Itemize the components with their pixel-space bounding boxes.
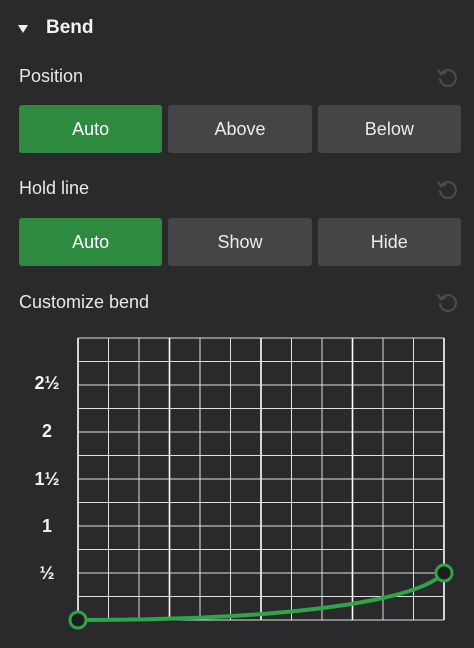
hold-line-auto-button[interactable]: Auto	[19, 218, 163, 266]
section-title: Bend	[46, 17, 94, 38]
hold-line-show-button[interactable]: Show	[168, 218, 312, 266]
position-below-button[interactable]: Below	[317, 105, 461, 153]
bend-graph[interactable]	[60, 330, 460, 640]
triangle-down-icon[interactable]	[18, 25, 28, 33]
position-segmented-control: Auto Above Below	[19, 105, 461, 153]
position-label: Position	[19, 66, 84, 86]
customize-bend-label: Customize bend	[19, 292, 150, 312]
reset-icon[interactable]	[434, 176, 460, 202]
hold-line-segmented-control: Auto Show Hide	[19, 218, 461, 266]
reset-icon[interactable]	[434, 289, 460, 315]
reset-icon[interactable]	[434, 64, 460, 90]
bend-start-handle[interactable]	[68, 610, 88, 630]
bend-end-handle[interactable]	[434, 563, 454, 583]
position-above-button[interactable]: Above	[168, 105, 312, 153]
hold-line-label: Hold line	[19, 178, 90, 198]
position-auto-button[interactable]: Auto	[19, 105, 163, 153]
hold-line-hide-button[interactable]: Hide	[317, 218, 461, 266]
bend-grid	[77, 337, 445, 621]
section-header-bend[interactable]: Bend	[18, 14, 94, 42]
